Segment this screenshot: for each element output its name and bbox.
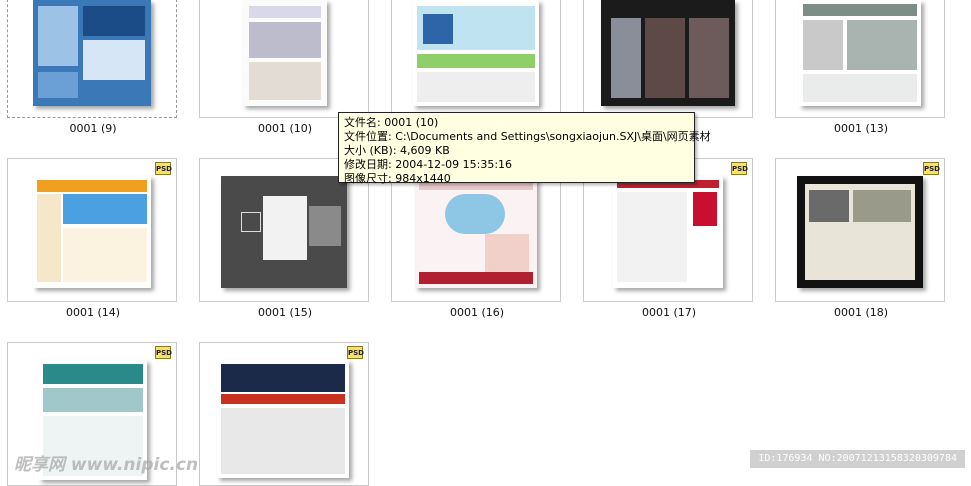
watermark-id: ID:176934 NO:20071213158320309784 xyxy=(750,450,965,468)
thumbnail-image xyxy=(217,360,349,478)
psd-badge-icon: PSD xyxy=(923,162,940,175)
tile-caption: 0001 (18) xyxy=(833,306,889,319)
tooltip-file-name: 文件名: 0001 (10) xyxy=(344,116,439,129)
thumbnail-image xyxy=(243,0,327,106)
thumbnail-image xyxy=(33,176,151,288)
thumbnail-image xyxy=(415,176,537,288)
tooltip-modified-date: 修改日期: 2004-12-09 15:35:16 xyxy=(344,158,513,171)
tile-caption: 0001 (17) xyxy=(641,306,697,319)
thumbnail-image xyxy=(799,0,921,106)
psd-badge-icon: PSD xyxy=(155,346,172,359)
thumbnail-image xyxy=(221,176,347,288)
tile-caption: 0001 (15) xyxy=(257,306,313,319)
tile-caption: 0001 (16) xyxy=(449,306,505,319)
tile-caption: 0001 (9) xyxy=(69,122,117,135)
tile-caption: 0001 (14) xyxy=(65,306,121,319)
thumbnail-image xyxy=(601,0,735,106)
tooltip-image-dimensions: 图像尺寸: 984x1440 xyxy=(344,172,451,185)
thumbnail-image xyxy=(797,176,923,288)
thumbnail-image xyxy=(413,0,539,106)
watermark-logo: 昵享网 www.nipic.cn xyxy=(14,455,199,475)
file-info-tooltip: 文件名: 0001 (10) 文件位置: C:\Documents and Se… xyxy=(338,112,711,185)
tooltip-file-size: 大小 (KB): 4,609 KB xyxy=(344,144,450,157)
tile-caption: 0001 (13) xyxy=(833,122,889,135)
thumbnail-image xyxy=(613,176,723,288)
psd-badge-icon: PSD xyxy=(731,162,748,175)
psd-badge-icon: PSD xyxy=(155,162,172,175)
thumbnail-image xyxy=(33,0,151,106)
tooltip-file-location: 文件位置: C:\Documents and Settings\songxiao… xyxy=(344,130,711,143)
psd-badge-icon: PSD xyxy=(347,346,364,359)
